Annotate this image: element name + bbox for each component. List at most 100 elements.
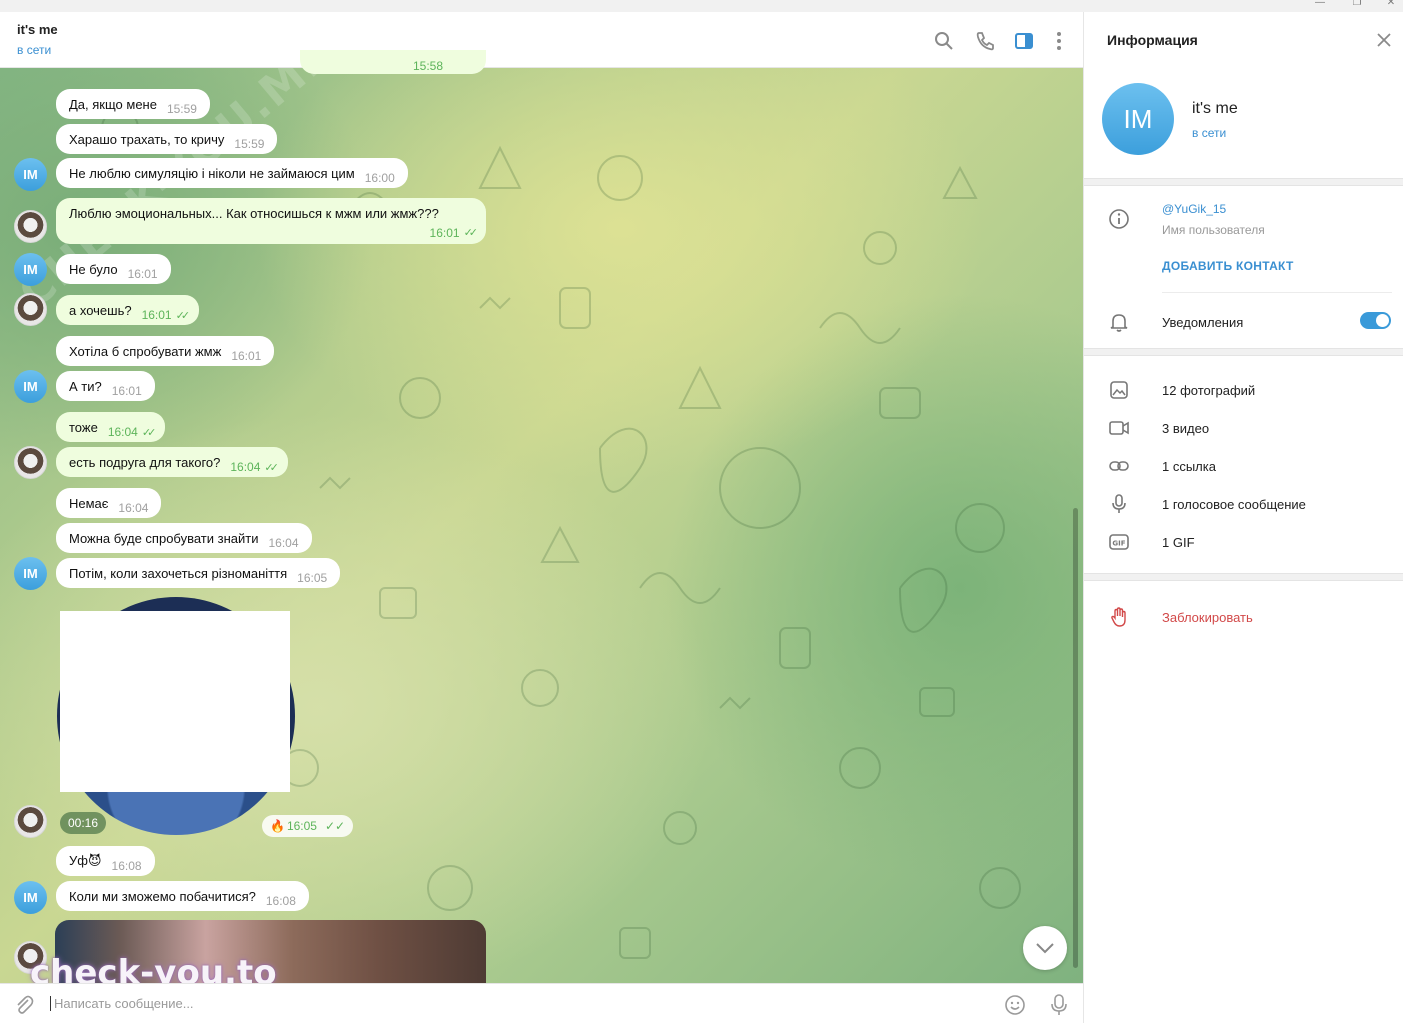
bell-icon xyxy=(1110,314,1128,332)
message-bubble[interactable]: Люблю эмоциональных... Как относишься к … xyxy=(56,198,486,244)
message-text: Не люблю симуляцію і ніколи не займаюся … xyxy=(69,165,355,181)
chat-status: в сети xyxy=(17,43,52,57)
redacted-area xyxy=(60,611,290,792)
message-time: 16:01 xyxy=(111,384,142,398)
search-icon[interactable] xyxy=(933,30,955,52)
message-bubble[interactable]: 15:58 xyxy=(300,50,486,74)
read-checks-icon: ✓✓ xyxy=(463,227,479,239)
media-photos[interactable]: 12 фотографий xyxy=(1162,383,1255,398)
own-avatar[interactable] xyxy=(14,805,47,838)
scroll-thumb[interactable] xyxy=(1073,508,1078,968)
microphone-icon[interactable] xyxy=(1048,993,1070,1017)
link-icon xyxy=(1109,461,1129,471)
message-bubble[interactable]: Харашо трахать, то кричу 15:59 xyxy=(56,124,278,154)
message-bubble[interactable]: Не було 16:01 xyxy=(56,254,171,284)
emoji-icon[interactable] xyxy=(1004,994,1026,1016)
message-time: 16:04 xyxy=(230,460,261,474)
message-time: 16:04 xyxy=(268,536,299,550)
message-text: Коли ми зможемо побачитися? xyxy=(69,888,256,904)
section-divider xyxy=(1084,178,1403,186)
own-avatar[interactable] xyxy=(14,210,47,243)
message-text: Люблю эмоциональных... Как относишься к … xyxy=(69,206,439,221)
message-bubble[interactable]: Хотіла б спробувати жмж 16:01 xyxy=(56,336,275,366)
gif-icon: GIF xyxy=(1109,534,1129,550)
fire-reaction-icon[interactable]: 🔥 xyxy=(270,819,285,833)
close-window-button[interactable]: ✕ xyxy=(1376,0,1403,12)
message-bubble[interactable]: а хочешь? 16:01 ✓✓ xyxy=(56,295,200,325)
message-bubble[interactable]: Не люблю симуляцію і ніколи не займаюся … xyxy=(56,158,408,188)
media-videos[interactable]: 3 видео xyxy=(1162,421,1209,436)
row-divider xyxy=(1162,292,1392,293)
message-time: 16:04 xyxy=(118,501,149,515)
contact-avatar[interactable]: IM xyxy=(14,253,47,286)
minimize-button[interactable]: — xyxy=(1305,0,1335,12)
maximize-button[interactable]: ❐ xyxy=(1342,0,1372,12)
message-text: есть подруга для такого? xyxy=(69,454,221,470)
message-input[interactable]: Написать сообщение... xyxy=(50,996,194,1011)
attach-icon[interactable] xyxy=(13,994,35,1016)
message-time: 16:04 xyxy=(107,425,138,439)
contact-avatar[interactable]: IM xyxy=(14,881,47,914)
message-time: 16:00 xyxy=(364,171,395,185)
media-voice[interactable]: 1 голосовое сообщение xyxy=(1162,497,1306,512)
chat-title[interactable]: it's me xyxy=(17,22,58,37)
message-bubble[interactable]: Уф😈 16:08 xyxy=(56,846,155,876)
profile-avatar[interactable]: IM xyxy=(1102,83,1174,155)
message-text: Потім, коли захочеться різноманіття xyxy=(69,565,288,581)
info-icon xyxy=(1109,209,1129,229)
message-bubble[interactable]: Можна буде спробувати знайти 16:04 xyxy=(56,523,312,553)
video-meta: 🔥 16:05 ✓✓ xyxy=(262,815,354,837)
chat-header[interactable]: it's me в сети xyxy=(0,12,1083,68)
sidebar-toggle-icon[interactable] xyxy=(1013,30,1035,52)
message-time: 15:59 xyxy=(166,102,197,116)
message-time: 16:01 xyxy=(127,267,158,281)
profile-name: it's me xyxy=(1192,100,1238,117)
media-links[interactable]: 1 ссылка xyxy=(1162,459,1216,474)
message-bubble[interactable]: А ти? 16:01 xyxy=(56,371,155,401)
message-bubble[interactable]: тоже 16:04 ✓✓ xyxy=(56,412,166,442)
video-duration: 00:16 xyxy=(60,812,107,834)
contact-avatar[interactable]: IM xyxy=(14,557,47,590)
close-icon[interactable] xyxy=(1374,30,1394,50)
message-text: Харашо трахать, то кричу xyxy=(69,131,225,147)
message-bubble[interactable]: есть подруга для такого? 16:04 ✓✓ xyxy=(56,447,288,477)
microphone-icon xyxy=(1112,494,1126,513)
panel-title: Информация xyxy=(1107,32,1198,48)
notifications-toggle[interactable] xyxy=(1360,312,1391,329)
message-time: 16:08 xyxy=(265,894,296,908)
section-divider xyxy=(1084,348,1403,356)
media-gifs[interactable]: 1 GIF xyxy=(1162,535,1195,550)
message-bubble[interactable]: Коли ми зможемо побачитися? 16:08 xyxy=(56,881,309,911)
message-time: 16:01 xyxy=(141,308,172,322)
compose-bar: Написать сообщение... xyxy=(0,983,1083,1023)
chat-scrollbar[interactable] xyxy=(1073,68,1079,983)
username-link[interactable]: @YuGik_15 xyxy=(1162,202,1226,216)
more-menu-icon[interactable] xyxy=(1048,30,1070,52)
contact-avatar[interactable]: IM xyxy=(14,158,47,191)
message-bubble[interactable]: Немає 16:04 xyxy=(56,488,162,518)
message-text: Не було xyxy=(69,261,118,277)
read-checks-icon: ✓✓ xyxy=(175,309,191,322)
info-panel: Информация IM it's me в сети @YuGik_15 И… xyxy=(1083,12,1403,1023)
add-contact-button[interactable]: ДОБАВИТЬ КОНТАКТ xyxy=(1162,259,1294,273)
block-hand-icon xyxy=(1111,607,1126,627)
message-time: 15:58 xyxy=(413,59,444,73)
window-titlebar: — ❐ ✕ xyxy=(0,0,1403,12)
scroll-down-button[interactable] xyxy=(1023,926,1067,970)
section-divider xyxy=(1084,573,1403,581)
phone-icon[interactable] xyxy=(974,30,996,52)
own-avatar[interactable] xyxy=(14,446,47,479)
contact-avatar[interactable]: IM xyxy=(14,370,47,403)
message-bubble[interactable]: Потім, коли захочеться різноманіття 16:05 xyxy=(56,558,341,588)
message-time: 16:05 xyxy=(286,819,317,833)
message-time: 16:01 xyxy=(429,226,460,240)
own-avatar[interactable] xyxy=(14,293,47,326)
block-button[interactable]: Заблокировать xyxy=(1162,610,1253,625)
message-time: 15:59 xyxy=(234,137,265,151)
message-bubble[interactable]: Да, якщо мене 15:59 xyxy=(56,89,210,119)
message-text: А ти? xyxy=(69,378,102,394)
chevron-down-icon xyxy=(1036,943,1054,954)
message-time: 16:05 xyxy=(297,571,328,585)
video-icon xyxy=(1109,421,1129,435)
read-checks-icon: ✓✓ xyxy=(324,819,346,833)
